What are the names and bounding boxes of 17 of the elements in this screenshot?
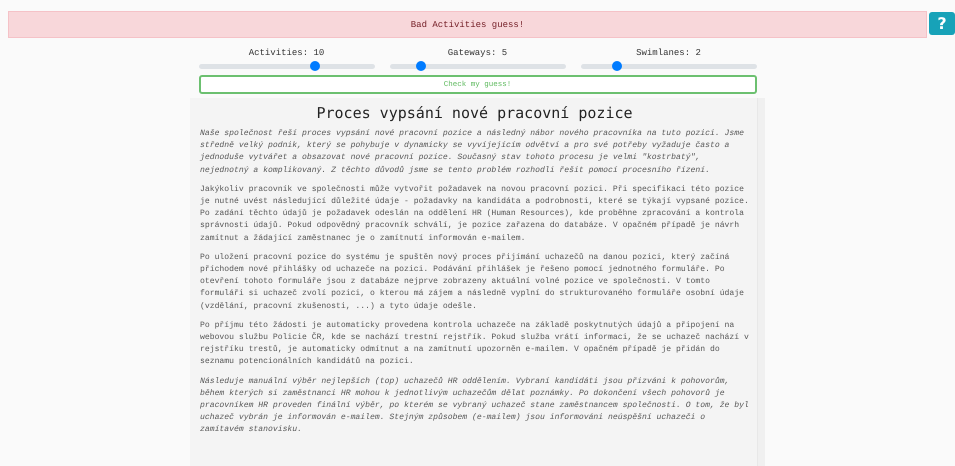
- paragraph: Jakýkoliv pracovník ve společnosti může vytvořit požadavek na novou pracovní pozici. Při specifikaci této pozice je nutné uvést následující důležité údaje - požadavky na kandidáta a podrobnosti, které se týkají vypsané pozice. Po zadání těchto údajů je požadavek odeslán na oddělení HR (Human Resources), kde proběhne zpracování a kontrola správnosti údajů. Pokud odpovědný pracovník schválí, je pozice zařazena do databáze. V opačném případě je návrh zamítnut a žádající zaměstnanec je o zamítnutí informován e-mailem.: [200, 184, 749, 245]
- paragraph: Po uložení pracovní pozice do systému je spuštěn nový proces přijímání uchazečů na danou pozici, který začíná příchodem nové přihlášky od uchazeče na pozici. Podávání přihlášek je řešeno pomocí jednotného formuláře. Po otevření tohoto formuláře jsou z databáze nejprve zobrazeny aktuální volné pozice ve společnosti. V tomto formuláři si uchazeč zvolí pozici, o kterou má zájem a následně vyplní do strukturovaného formuláře osobní údaje (vzdělání, pracovní zkušenosti, ...) a tyto údaje odešle.: [200, 252, 745, 313]
- slider-track[interactable]: [580, 64, 756, 69]
- slider-label: Gateways: 5: [448, 48, 508, 58]
- slider-label: Swimlanes: 2: [636, 48, 701, 58]
- alert-message: Bad Activities guess!: [8, 11, 927, 38]
- slider-thumb[interactable]: [612, 61, 622, 71]
- paragraph: Naše společnost řeší proces vypsání nové pracovní pozice a následný nábor nového pracovníka na tuto pozici. Jsme středně velký podnik, který se pohybuje v dynamicky se vyvíjejícím odvětví a pro své potřeby vyžaduje často a jednoduše vytvářet a obsazovat nové pracovní pozice. Současný stav tohoto procesu je velmi "kostrbatý", nejednotný a komplikovaný. Z těchto důvodů jsme se tento problém rozhodli řešit pomocí procesního řízení.: [200, 128, 745, 177]
- slider-thumb[interactable]: [416, 61, 426, 71]
- slider-track[interactable]: [198, 64, 374, 69]
- help-button[interactable]: ?: [929, 12, 955, 35]
- paragraph: Následuje manuální výběr nejlepších (top) uchazečů HR oddělením. Vybraní kandidáti jsou přizváni k pohovorům, během kterých si zaměstnanci HR mohou k jednotlivým uchazečům dělat poznámky. Po dokončení všech pohovorů je pracovníkem HR proveden finální výběr, po kterém se vybraný uchazeč stane zaměstnancem společnosti. O tom, že byl uchazeč vybrán je informován e-mailem. Stejným způsobem (e-mailem) jsou informováni neúspěšní uchazeči o zamítavém stanovisku.: [200, 376, 749, 436]
- slider-label: Activities: 10: [248, 48, 324, 58]
- slider-track[interactable]: [390, 64, 566, 69]
- paragraph: Po příjmu této žádosti je automaticky provedena kontrola uchazeče na základě poskytnutých údajů a připojení na webovou službu Policie ČR, kde se nachází trestní rejstřík. Pokud služba vrátí informaci, že se uchazeč nachází v rejstříku trestů, je automaticky odmítnut a na zamítnutí upozorněn e-mailem. V opačném případě je přidán do seznamu potencionálních kandidátů na pozici.: [200, 320, 749, 368]
- document-title: Proces vypsání nové pracovní pozice: [315, 104, 634, 122]
- slider-thumb[interactable]: [310, 61, 320, 71]
